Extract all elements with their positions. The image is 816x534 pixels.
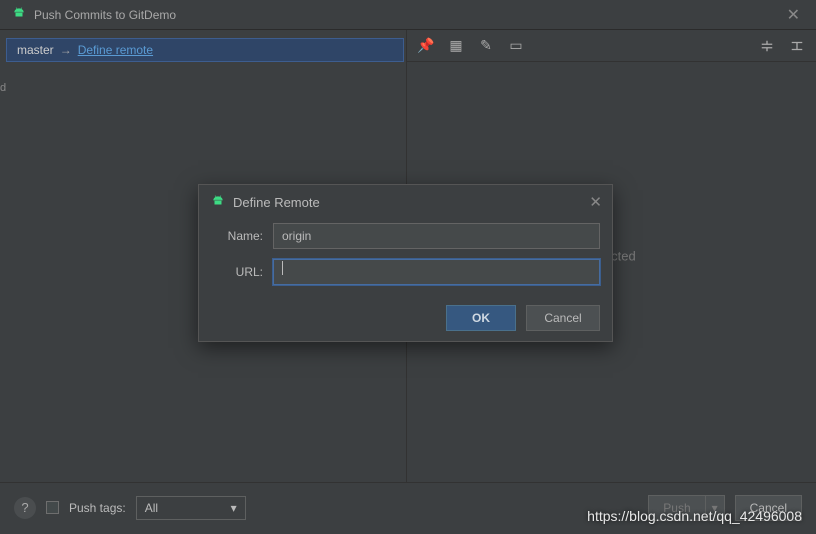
dialog-title: Define Remote	[233, 195, 320, 210]
name-field[interactable]	[273, 223, 600, 249]
chevron-down-icon: ▾	[231, 501, 237, 515]
titlebar: Push Commits to GitDemo ✕	[0, 0, 816, 30]
dialog-titlebar: Define Remote ✕	[199, 185, 612, 219]
close-icon[interactable]: ✕	[779, 1, 808, 29]
bottom-bar: ? Push tags: All ▾ Push ▾ Cancel	[0, 482, 816, 532]
android-icon	[211, 194, 225, 211]
side-text: d	[0, 82, 6, 94]
grid-icon[interactable]: ▦	[447, 37, 465, 55]
push-tags-label: Push tags:	[69, 501, 126, 515]
url-field[interactable]	[273, 259, 600, 285]
collapse-icon[interactable]	[788, 37, 806, 55]
expand-icon[interactable]	[758, 37, 776, 55]
dialog-cancel-button[interactable]: Cancel	[526, 305, 600, 331]
android-icon	[12, 6, 26, 23]
define-remote-dialog: Define Remote ✕ Name: URL: OK Cancel	[198, 184, 613, 342]
save-icon[interactable]: ▭	[507, 37, 525, 55]
edit-icon[interactable]: ✎	[477, 37, 495, 55]
local-branch: master	[17, 43, 54, 57]
name-label: Name:	[211, 229, 273, 243]
push-tags-select[interactable]: All ▾	[136, 496, 246, 520]
watermark: https://blog.csdn.net/qq_42496008	[587, 508, 802, 524]
diff-toolbar: 📌 ▦ ✎ ▭	[407, 30, 816, 62]
dialog-close-icon[interactable]: ✕	[589, 193, 602, 211]
url-label: URL:	[211, 265, 273, 279]
push-tags-checkbox[interactable]	[46, 501, 59, 514]
define-remote-link[interactable]: Define remote	[78, 43, 153, 57]
branch-row[interactable]: master → Define remote	[6, 38, 404, 62]
ok-button[interactable]: OK	[446, 305, 516, 331]
help-icon[interactable]: ?	[14, 497, 36, 519]
pin-icon[interactable]: 📌	[417, 37, 435, 55]
arrow-icon: →	[60, 43, 72, 57]
window-title: Push Commits to GitDemo	[34, 8, 176, 22]
